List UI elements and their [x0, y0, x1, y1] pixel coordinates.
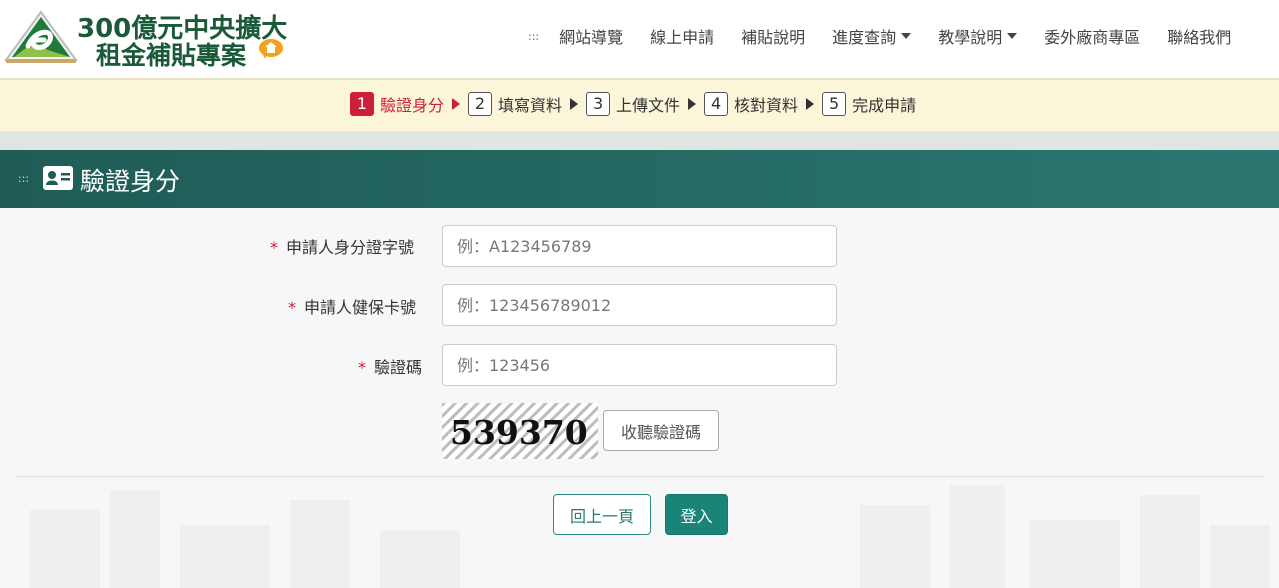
- nav-item-tutorial[interactable]: 教學說明: [938, 24, 1018, 48]
- nav-item-label: 補貼說明: [741, 28, 806, 47]
- step-arrow-icon: [806, 98, 815, 110]
- required-asterisk: *: [288, 298, 296, 317]
- nav-item-sitemap[interactable]: 網站導覽: [559, 24, 623, 48]
- nav-item-label: 聯絡我們: [1167, 28, 1232, 47]
- captcha-input[interactable]: [442, 344, 837, 386]
- step-label-3: 上傳文件: [616, 96, 681, 115]
- step-arrow-icon: [570, 98, 579, 110]
- nhi-card-label-text: 申請人健保卡號: [304, 298, 417, 317]
- step-number-1: 1: [350, 92, 374, 116]
- site-header: 300億元中央擴大 租金補貼專案 ::: 網站導覽 線上申請 補貼說明 進度查詢…: [0, 0, 1279, 78]
- section-header: :::: [0, 150, 1279, 208]
- id-number-label: * 申請人身分證字號: [270, 234, 414, 258]
- progress-steps: 1 驗證身分 2 填寫資料 3 上傳文件 4 核對資料 5 完成申請: [0, 78, 1279, 131]
- nav-item-progress-query[interactable]: 進度查詢: [832, 24, 912, 48]
- main-nav: ::: 網站導覽 線上申請 補貼說明 進度查詢 教學說明 委外廠商專區 聯絡我們: [528, 24, 1231, 48]
- nav-item-label: 線上申請: [650, 28, 715, 47]
- divider-band: [0, 131, 1279, 150]
- section-accesskey-dots[interactable]: :::: [18, 172, 29, 185]
- form-divider: [16, 476, 1264, 477]
- nhi-card-input[interactable]: [442, 284, 837, 326]
- step-number-4: 4: [704, 92, 729, 116]
- listen-captcha-button[interactable]: 收聽驗證碼: [603, 410, 719, 451]
- nav-accesskey-dots[interactable]: :::: [528, 30, 539, 43]
- speech-home-icon: [259, 39, 283, 59]
- step-label-4: 核對資料: [734, 96, 799, 115]
- step-arrow-icon: [688, 98, 697, 110]
- id-number-input[interactable]: [442, 225, 837, 267]
- caret-down-icon: [901, 33, 912, 39]
- nav-item-label: 教學說明: [938, 28, 1003, 47]
- captcha-label-text: 驗證碼: [374, 358, 423, 377]
- step-number-3: 3: [586, 92, 611, 116]
- section-title: 驗證身分: [80, 167, 181, 196]
- caret-down-icon: [1007, 33, 1018, 39]
- step-label-2: 填寫資料: [498, 96, 563, 115]
- step-number-5: 5: [822, 92, 847, 116]
- nav-item-contact[interactable]: 聯絡我們: [1167, 24, 1231, 48]
- id-card-icon: [43, 166, 73, 190]
- nav-item-label: 委外廠商專區: [1044, 28, 1141, 47]
- captcha-image: 539370: [442, 403, 598, 459]
- nav-item-label: 進度查詢: [832, 28, 897, 47]
- step-label-1: 驗證身分: [380, 96, 445, 115]
- captcha-label: * 驗證碼: [358, 354, 422, 378]
- captcha-code: 539370: [450, 413, 588, 452]
- back-button[interactable]: 回上一頁: [553, 494, 651, 535]
- step-number-2: 2: [468, 92, 493, 116]
- nav-item-vendor-zone[interactable]: 委外廠商專區: [1044, 24, 1140, 48]
- nav-item-online-apply[interactable]: 線上申請: [650, 24, 714, 48]
- required-asterisk: *: [270, 238, 278, 257]
- logo-title-line2: 租金補貼專案: [96, 41, 247, 70]
- required-asterisk: *: [358, 358, 366, 377]
- step-arrow-icon: [452, 98, 461, 110]
- nav-item-label: 網站導覽: [559, 28, 624, 47]
- id-number-label-text: 申請人身分證字號: [286, 238, 415, 257]
- step-label-5: 完成申請: [852, 96, 917, 115]
- nav-item-subsidy-info[interactable]: 補貼說明: [741, 24, 805, 48]
- nhi-card-label: * 申請人健保卡號: [288, 294, 416, 318]
- logo-icon[interactable]: [4, 10, 78, 64]
- login-button[interactable]: 登入: [665, 494, 728, 535]
